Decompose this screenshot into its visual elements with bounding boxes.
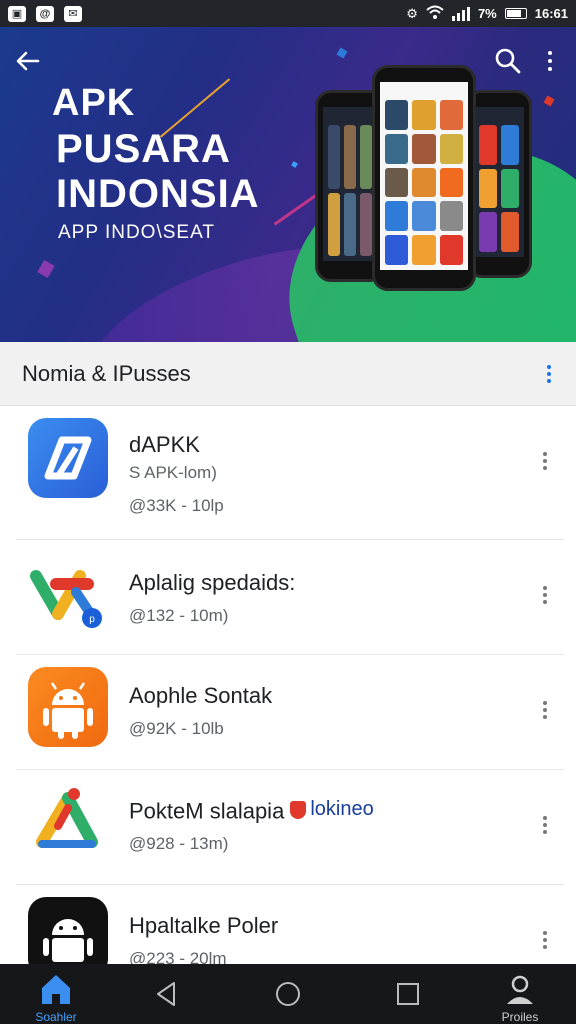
hero-title-line2: INDONSIA — [56, 172, 260, 216]
clock: 16:61 — [534, 6, 568, 21]
hero-particle — [543, 95, 555, 107]
badge-label: lokineo — [310, 798, 374, 820]
row-more-button[interactable] — [540, 931, 550, 949]
overflow-menu-button[interactable] — [538, 47, 562, 75]
mail-icon: ✉ — [64, 5, 82, 22]
row-more-button[interactable] — [540, 586, 550, 604]
section-title: Nomia & IPusses — [22, 360, 191, 386]
hero-particle — [37, 259, 55, 279]
signal-icon — [451, 6, 470, 21]
nav-home-label: Soahler — [35, 1010, 77, 1024]
app-meta: @132 - 10m) — [129, 606, 229, 625]
app-meta: @928 - 13m) — [129, 834, 229, 853]
app-name: Hpaltalke Poler — [129, 913, 279, 938]
nav-profile-tab[interactable]: Proiles — [490, 964, 550, 1024]
app-meta: @92K - 10lb — [129, 719, 224, 738]
hero-particle — [291, 161, 298, 168]
list-item[interactable]: PokteM slalapia lokineo @928 - 13m) — [16, 770, 564, 885]
list-item[interactable]: Hpaltalke Poler @223 - 20lm — [16, 885, 564, 964]
app-list: dAPKK S APK-lom) @33K - 10lp p Aplalig s… — [0, 406, 576, 964]
app-icon-aplalig: p — [28, 552, 108, 632]
app-name: Aophle Sontak — [129, 683, 273, 708]
status-bar: ▣ @ ✉ ⚙ 7% 16:61 — [0, 0, 576, 27]
battery-icon — [504, 8, 527, 19]
search-icon — [495, 48, 521, 74]
profile-icon — [507, 975, 533, 1004]
app-name: Aplalig spedaids: — [129, 570, 296, 595]
battery-percent: 7% — [477, 6, 497, 21]
list-item[interactable]: dAPKK S APK-lom) @33K - 10lp — [16, 406, 564, 540]
hero-brand: APK — [52, 82, 136, 124]
hero-particle — [336, 47, 348, 59]
notification-icon: ▣ — [8, 5, 26, 22]
hero-banner: APK PUSARA INDONSIA APP INDO\SEAT — [0, 27, 576, 342]
svg-text:p: p — [89, 614, 95, 625]
hero-title-line1: PUSARA — [56, 127, 231, 171]
settings-icon: ⚙ — [406, 5, 418, 21]
nav-home-tab[interactable]: Soahler — [26, 964, 86, 1024]
circle-home-icon — [276, 982, 300, 1006]
row-more-button[interactable] — [540, 452, 550, 470]
hero-subtitle: APP INDO\SEAT — [58, 222, 215, 243]
home-icon — [42, 975, 70, 1004]
bottom-navigation-bar: Soahler Proiles — [0, 964, 576, 1024]
phone-mockup-center — [372, 65, 476, 291]
recents-nav-button[interactable] — [392, 978, 424, 1010]
list-item[interactable]: Aophle Sontak @92K - 10lb — [16, 655, 564, 770]
at-icon: @ — [36, 5, 54, 22]
back-nav-button[interactable] — [150, 978, 182, 1010]
wifi-icon — [426, 5, 444, 22]
back-arrow-icon — [16, 51, 40, 71]
list-item[interactable]: p Aplalig spedaids: @132 - 10m) — [16, 540, 564, 655]
search-button[interactable] — [494, 47, 522, 75]
home-nav-button[interactable] — [272, 978, 304, 1010]
app-meta: @223 - 20lm — [129, 949, 227, 964]
app-icon-dapkk — [28, 418, 108, 498]
square-recents-icon — [397, 983, 419, 1005]
app-name-text: PokteM slalapia — [129, 798, 285, 824]
app-meta: @33K - 10lp — [129, 496, 224, 515]
section-header: Nomia & IPusses — [0, 342, 576, 406]
nav-profile-label: Proiles — [501, 1010, 539, 1024]
app-icon-poktem — [28, 782, 108, 862]
row-more-button[interactable] — [540, 701, 550, 719]
row-more-button[interactable] — [540, 816, 550, 834]
back-button[interactable] — [14, 47, 42, 75]
android-app-icon — [28, 897, 108, 964]
app-meta: S APK-lom) — [129, 463, 217, 482]
triangle-back-icon — [157, 982, 175, 1006]
app-name: PokteM slalapia lokineo — [129, 798, 374, 825]
verified-badge: lokineo — [290, 798, 374, 821]
shield-icon — [290, 800, 307, 819]
app-name: dAPKK — [129, 432, 200, 457]
section-more-button[interactable] — [544, 364, 554, 383]
android-app-icon — [28, 667, 108, 747]
